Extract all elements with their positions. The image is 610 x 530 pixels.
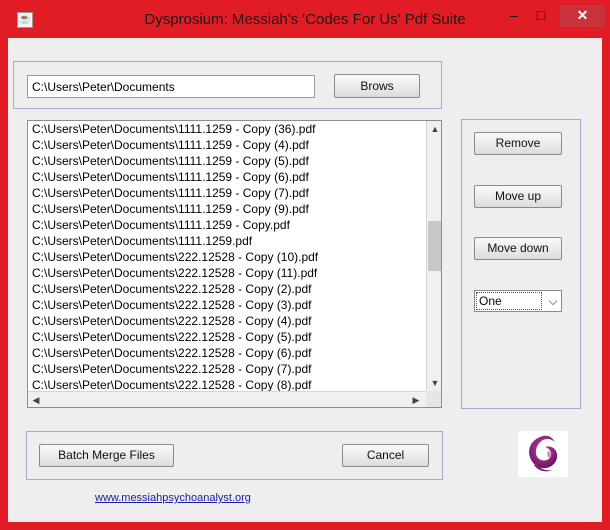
- list-item[interactable]: C:\Users\Peter\Documents\1111.1259 - Cop…: [28, 185, 441, 201]
- list-item[interactable]: C:\Users\Peter\Documents\222.12528 - Cop…: [28, 313, 441, 329]
- list-item[interactable]: C:\Users\Peter\Documents\222.12528 - Cop…: [28, 329, 441, 345]
- list-item[interactable]: C:\Users\Peter\Documents\222.12528 - Cop…: [28, 265, 441, 281]
- list-item[interactable]: C:\Users\Peter\Documents\222.12528 - Cop…: [28, 281, 441, 297]
- maximize-button[interactable]: □: [529, 5, 553, 27]
- list-item[interactable]: C:\Users\Peter\Documents\1111.1259.pdf: [28, 233, 441, 249]
- cancel-button[interactable]: Cancel: [342, 444, 429, 467]
- list-item[interactable]: C:\Users\Peter\Documents\222.12528 - Cop…: [28, 297, 441, 313]
- website-link[interactable]: www.messiahpsychoanalyst.org: [95, 492, 251, 504]
- phoenix-logo-icon: [518, 431, 568, 477]
- list-item[interactable]: C:\Users\Peter\Documents\222.12528 - Cop…: [28, 345, 441, 361]
- file-list[interactable]: C:\Users\Peter\Documents\1111.1259 - Cop…: [27, 120, 442, 408]
- list-item[interactable]: C:\Users\Peter\Documents\1111.1259 - Cop…: [28, 217, 441, 233]
- move-up-button[interactable]: Move up: [474, 185, 562, 208]
- list-item[interactable]: C:\Users\Peter\Documents\222.12528 - Cop…: [28, 249, 441, 265]
- chevron-down-icon[interactable]: ⌵: [545, 292, 561, 310]
- batch-merge-button[interactable]: Batch Merge Files: [39, 444, 174, 467]
- scrollbar-corner: [426, 391, 441, 407]
- remove-button[interactable]: Remove: [474, 132, 562, 155]
- list-item[interactable]: C:\Users\Peter\Documents\1111.1259 - Cop…: [28, 121, 441, 137]
- horizontal-scrollbar[interactable]: ◀ ▶: [28, 391, 426, 407]
- list-item[interactable]: C:\Users\Peter\Documents\1111.1259 - Cop…: [28, 169, 441, 185]
- client-area: C:\Users\Peter\Documents Brows C:\Users\…: [8, 38, 602, 522]
- list-item[interactable]: C:\Users\Peter\Documents\222.12528 - Cop…: [28, 361, 441, 377]
- path-field[interactable]: C:\Users\Peter\Documents: [27, 75, 315, 98]
- scroll-thumb[interactable]: [428, 221, 441, 271]
- list-item[interactable]: C:\Users\Peter\Documents\1111.1259 - Cop…: [28, 137, 441, 153]
- scroll-down-icon[interactable]: ▼: [427, 375, 441, 391]
- move-down-button[interactable]: Move down: [474, 237, 562, 260]
- side-panel: [461, 119, 581, 409]
- list-item[interactable]: C:\Users\Peter\Documents\1111.1259 - Cop…: [28, 153, 441, 169]
- scroll-right-icon[interactable]: ▶: [408, 392, 424, 407]
- scroll-up-icon[interactable]: ▲: [427, 121, 441, 137]
- list-item[interactable]: C:\Users\Peter\Documents\1111.1259 - Cop…: [28, 201, 441, 217]
- vertical-scrollbar[interactable]: ▲ ▼: [426, 121, 441, 391]
- browse-button[interactable]: Brows: [334, 74, 420, 98]
- window-frame: ☕ Dysprosium: Messiah's 'Codes For Us' P…: [0, 0, 610, 530]
- count-dropdown-value: One: [476, 292, 542, 310]
- title-bar[interactable]: ☕ Dysprosium: Messiah's 'Codes For Us' P…: [0, 0, 610, 38]
- close-button[interactable]: ✕: [560, 5, 605, 27]
- file-list-items: C:\Users\Peter\Documents\1111.1259 - Cop…: [28, 121, 441, 393]
- count-dropdown[interactable]: One ⌵: [474, 290, 562, 312]
- scroll-left-icon[interactable]: ◀: [28, 392, 44, 407]
- minimize-button[interactable]: –: [502, 5, 526, 27]
